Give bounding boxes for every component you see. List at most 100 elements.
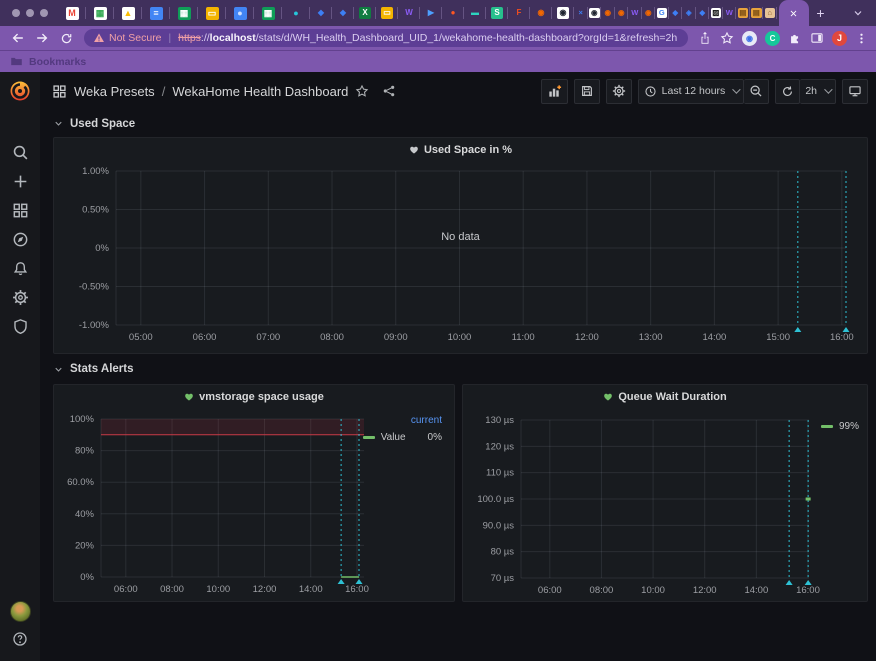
pinned-tab-google-drive[interactable]: ▲ [114, 0, 142, 26]
sidebar-item-create[interactable] [0, 167, 40, 196]
panel-used-space[interactable]: Used Space in % 1.00%0.50%0%-0.50%-1.00%… [53, 137, 868, 354]
pinned-tab-aws-db[interactable]: ▤ [736, 0, 750, 26]
pinned-tab-aws-db[interactable]: ▤ [750, 0, 764, 26]
pinned-tab-home-app[interactable]: ⌂ [763, 0, 777, 26]
pinned-tab-notion[interactable]: ▨ [709, 0, 723, 26]
sidebar-item-dashboards[interactable] [0, 196, 40, 225]
chevron-down-icon [824, 85, 832, 93]
share-dashboard-icon[interactable] [382, 84, 396, 98]
sidebar-item-server-admin[interactable] [0, 312, 40, 341]
profile-avatar[interactable]: J [832, 31, 847, 46]
pinned-tabs-strip: M▦▲≡▦▭●▦●◆◆X▭W▶●▬SF◉◉×◉◉◉W◉G◆◈◆▨W▤▤⌂ [58, 0, 777, 26]
panel-title[interactable]: Used Space in % [54, 144, 867, 156]
pinned-tab-grafana[interactable]: ◉ [615, 0, 629, 26]
new-tab-button[interactable]: + [809, 0, 833, 26]
legend-item[interactable]: Value 0% [363, 432, 442, 443]
pinned-tab-chat-app[interactable]: ● [282, 0, 310, 26]
breadcrumb-folder[interactable]: Weka Presets [74, 84, 155, 99]
used-space-chart[interactable]: 1.00%0.50%0%-0.50%-1.00%05:0006:0007:000… [54, 138, 867, 353]
pinned-tab-google-slides[interactable]: ▭ [376, 0, 398, 26]
favorite-star-icon[interactable] [355, 84, 369, 98]
pinned-tab-google-sheets[interactable]: ▦ [170, 0, 198, 26]
help-icon[interactable] [12, 631, 28, 647]
row-stats-alerts[interactable]: Stats Alerts [53, 354, 876, 384]
extension-grammarly-icon[interactable]: C [765, 31, 780, 46]
panel-title[interactable]: vmstorage space usage [54, 391, 454, 403]
extension-icon[interactable]: ◉ [742, 31, 757, 46]
time-range-picker[interactable]: Last 12 hours [638, 79, 745, 104]
menu-kebab-icon[interactable] [855, 32, 868, 45]
pinned-tab-google[interactable]: G [655, 0, 669, 26]
pinned-tab-grafana[interactable]: ◉ [601, 0, 615, 26]
pinned-tab-weka[interactable]: W [723, 0, 737, 26]
bookmark-star-icon[interactable] [720, 31, 734, 45]
zoom-out-time-button[interactable] [744, 79, 769, 104]
user-avatar[interactable] [10, 601, 31, 622]
close-tab-icon[interactable] [789, 9, 798, 18]
grafana-logo[interactable] [9, 80, 31, 107]
refresh-interval-picker[interactable]: 2h [800, 79, 836, 104]
not-secure-warning[interactable]: Not Secure [93, 32, 162, 44]
cycle-view-mode-button[interactable] [842, 79, 868, 104]
sidebar-item-search[interactable] [0, 138, 40, 167]
pinned-tab-google-photos[interactable]: ▦ [86, 0, 114, 26]
tab-search-chevron-icon[interactable] [852, 7, 864, 19]
share-icon[interactable] [698, 31, 712, 45]
close-window-button[interactable] [12, 9, 20, 17]
pinned-tab-s-circle[interactable]: ◉ [588, 0, 602, 26]
panel-queue-wait[interactable]: Queue Wait Duration 130 µs120 µs110 µs10… [462, 384, 868, 602]
active-tab[interactable] [779, 0, 809, 26]
extensions-puzzle-icon[interactable] [788, 31, 802, 45]
bookmarks-bar[interactable]: Bookmarks [0, 50, 876, 72]
address-bar[interactable]: Not Secure | https://localhost/stats/d/W… [84, 29, 688, 47]
pinned-tab-google-meet[interactable]: ● [226, 0, 254, 26]
pinned-tab-diamond-app[interactable]: ◆ [332, 0, 354, 26]
pinned-tab-orange-app[interactable]: ● [442, 0, 464, 26]
side-panel-icon[interactable] [810, 31, 824, 45]
row-used-space[interactable]: Used Space [53, 110, 876, 137]
forward-button[interactable] [32, 28, 52, 48]
pinned-tab-grafana[interactable]: ◉ [642, 0, 656, 26]
pinned-tab-diamond-app[interactable]: ◆ [310, 0, 332, 26]
save-dashboard-button[interactable] [574, 79, 600, 104]
dashboard-settings-button[interactable] [606, 79, 632, 104]
reload-button[interactable] [56, 28, 76, 48]
pinned-tab-s-circle[interactable]: ◉ [552, 0, 574, 26]
add-panel-button[interactable] [541, 79, 568, 104]
pinned-tab-grammarly[interactable]: S [486, 0, 508, 26]
pinned-tab-grafana[interactable]: ◉ [530, 0, 552, 26]
back-button[interactable] [8, 28, 28, 48]
zoom-window-button[interactable] [40, 9, 48, 17]
pinned-tab-teal-app[interactable]: ▬ [464, 0, 486, 26]
pinned-tab-weka[interactable]: W [398, 0, 420, 26]
breadcrumb-dashboard-title[interactable]: WekaHome Health Dashboard [172, 84, 348, 99]
sidebar-item-configuration[interactable] [0, 283, 40, 312]
svg-text:07:00: 07:00 [256, 332, 280, 343]
pinned-tab-blue-x[interactable]: × [574, 0, 588, 26]
panel-title[interactable]: Queue Wait Duration [463, 391, 867, 403]
sidebar-item-alerting[interactable] [0, 254, 40, 283]
pinned-tab-figma[interactable]: F [508, 0, 530, 26]
series-name[interactable]: Value [381, 432, 406, 443]
window-controls[interactable] [0, 0, 58, 26]
pinned-tab-google-docs[interactable]: ≡ [142, 0, 170, 26]
minimize-window-button[interactable] [26, 9, 34, 17]
sidebar-item-explore[interactable] [0, 225, 40, 254]
svg-text:40%: 40% [75, 509, 95, 520]
legend-column-header[interactable]: current [363, 415, 442, 426]
pinned-tab-weka[interactable]: W [628, 0, 642, 26]
svg-text:10:00: 10:00 [448, 332, 472, 343]
refresh-button[interactable] [775, 79, 800, 104]
pinned-tab-google-slides[interactable]: ▭ [198, 0, 226, 26]
pinned-tab-diamond-app[interactable]: ◆ [669, 0, 683, 26]
panel-vmstorage[interactable]: vmstorage space usage 100%80%60.0%40%20%… [53, 384, 455, 602]
svg-text:80 µs: 80 µs [491, 547, 515, 558]
pinned-tab-gmail[interactable]: M [58, 0, 86, 26]
pinned-tab-excel[interactable]: X [354, 0, 376, 26]
queue-wait-chart[interactable]: 130 µs120 µs110 µs100.0 µs90.0 µs80 µs70… [463, 385, 867, 601]
pinned-tab-layers-app[interactable]: ◈ [682, 0, 696, 26]
series-name[interactable]: 99% [839, 421, 859, 432]
pinned-tab-diamond-app[interactable]: ◆ [696, 0, 710, 26]
pinned-tab-send-app[interactable]: ▶ [420, 0, 442, 26]
pinned-tab-google-sheets[interactable]: ▦ [254, 0, 282, 26]
